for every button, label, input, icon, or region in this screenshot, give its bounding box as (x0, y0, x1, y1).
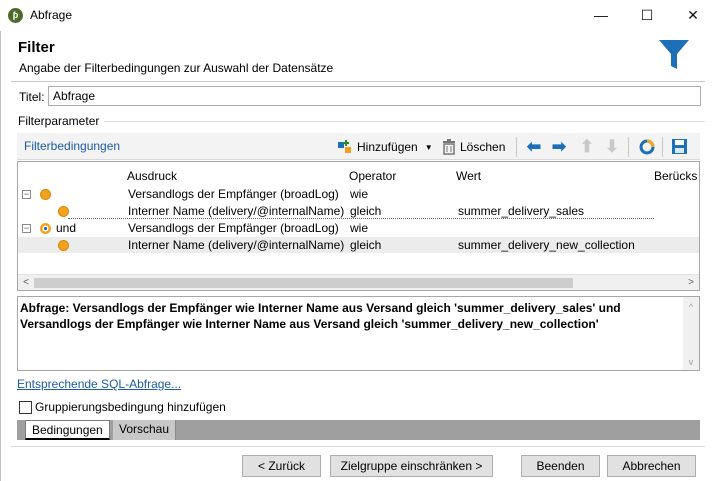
sql-query-link[interactable]: Entsprechende SQL-Abfrage... (17, 377, 181, 391)
filter-params-label: Filterparameter (18, 114, 100, 128)
toolbar-separator (662, 137, 663, 157)
filter-conditions-link[interactable]: Filterbedingungen (24, 139, 120, 153)
window-title: Abfrage (30, 8, 73, 22)
footer-divider (11, 446, 705, 447)
conditions-grid[interactable]: Ausdruck Operator Wert Berücks − Versand… (17, 161, 700, 291)
value-cell: summer_delivery_sales (458, 204, 585, 218)
page-title: Filter (18, 39, 55, 56)
logical-operator-cell: und (56, 221, 77, 235)
table-row[interactable]: − und Versandlogs der Empfänger (broadLo… (18, 220, 699, 236)
column-header-expression[interactable]: Ausdruck (127, 169, 177, 183)
collapse-icon[interactable]: − (22, 190, 31, 199)
condition-dot-icon (58, 240, 69, 251)
maximize-button[interactable]: ☐ (631, 4, 663, 26)
window-edge (0, 31, 1, 481)
scroll-up-icon[interactable]: ^ (683, 299, 699, 315)
scroll-down-icon[interactable]: v (683, 354, 699, 370)
title-label: Titel: (19, 90, 45, 104)
query-description: Abfrage: Versandlogs der Empfänger wie I… (20, 301, 621, 331)
operator-cell: gleich (350, 238, 382, 252)
expression-cell: Versandlogs der Empfänger (broadLog) (128, 221, 339, 235)
value-cell: summer_delivery_new_collection (458, 238, 635, 252)
dropdown-arrow-icon: ▼ (424, 142, 433, 152)
and-operator-icon (40, 223, 51, 234)
add-condition-icon (338, 140, 351, 153)
refresh-icon[interactable] (638, 138, 656, 156)
horizontal-scrollbar[interactable]: < > (18, 274, 699, 290)
expression-cell: Versandlogs der Empfänger (broadLog) (128, 187, 339, 201)
cancel-button[interactable]: Abbrechen (607, 455, 696, 477)
expression-cell: Interner Name (delivery/@internalName) (128, 204, 345, 218)
query-description-box: Abfrage: Versandlogs der Empfänger wie I… (17, 296, 700, 371)
vertical-scrollbar[interactable]: ^ v (683, 297, 699, 370)
header-divider (11, 81, 705, 82)
scrollbar-thumb[interactable] (34, 278, 573, 288)
back-button[interactable]: < Zurück (242, 455, 321, 477)
toolbar-separator (516, 137, 517, 157)
delete-button[interactable]: Löschen (442, 137, 505, 157)
table-row[interactable]: Interner Name (delivery/@internalName) g… (18, 237, 699, 253)
restrict-target-button[interactable]: Zielgruppe einschränken > (330, 455, 493, 477)
app-icon: ƥ (8, 8, 23, 23)
table-row[interactable]: Interner Name (delivery/@internalName) g… (18, 203, 699, 219)
row-focus-line (68, 218, 654, 219)
minimize-button[interactable]: — (585, 4, 617, 26)
tab-bar: Bedingungen Vorschau (17, 420, 700, 440)
column-header-operator[interactable]: Operator (349, 169, 396, 183)
arrow-left-icon[interactable]: ⬅ (525, 138, 543, 156)
filter-params-divider (104, 121, 705, 122)
scroll-right-icon[interactable]: > (683, 275, 699, 290)
tab-conditions[interactable]: Bedingungen (25, 420, 110, 440)
save-icon[interactable] (671, 138, 688, 155)
group-condition-label[interactable]: Gruppierungsbedingung hinzufügen (35, 400, 226, 414)
scroll-left-icon[interactable]: < (18, 275, 34, 290)
add-button[interactable]: Hinzufügen ▼ (337, 137, 433, 157)
toolbar-separator (628, 137, 629, 157)
collapse-icon[interactable]: − (22, 224, 31, 233)
tab-preview[interactable]: Vorschau (113, 420, 177, 440)
delete-label: Löschen (460, 140, 506, 154)
condition-dot-icon (58, 206, 69, 217)
operator-cell: gleich (350, 204, 382, 218)
table-row[interactable]: − Versandlogs der Empfänger (broadLog) w… (18, 186, 699, 202)
expression-cell: Interner Name (delivery/@internalName) (128, 238, 345, 252)
page-subtitle: Angabe der Filterbedingungen zur Auswahl… (19, 61, 334, 75)
finish-button[interactable]: Beenden (521, 455, 600, 477)
funnel-icon (659, 40, 689, 69)
arrow-right-icon[interactable]: ➡ (550, 138, 568, 156)
arrow-down-icon[interactable]: ⬇ (603, 138, 621, 156)
operator-cell: wie (350, 221, 369, 235)
column-header-value[interactable]: Wert (456, 169, 481, 183)
trash-icon (443, 139, 455, 155)
close-button[interactable]: ✕ (677, 4, 709, 26)
operator-cell: wie (350, 187, 369, 201)
group-condition-checkbox[interactable] (19, 401, 32, 414)
arrow-up-icon[interactable]: ⬆ (578, 138, 596, 156)
title-input[interactable] (48, 86, 701, 106)
add-label: Hinzufügen (357, 140, 418, 154)
column-header-consider[interactable]: Berücks (654, 169, 697, 183)
condition-dot-icon (40, 189, 51, 200)
